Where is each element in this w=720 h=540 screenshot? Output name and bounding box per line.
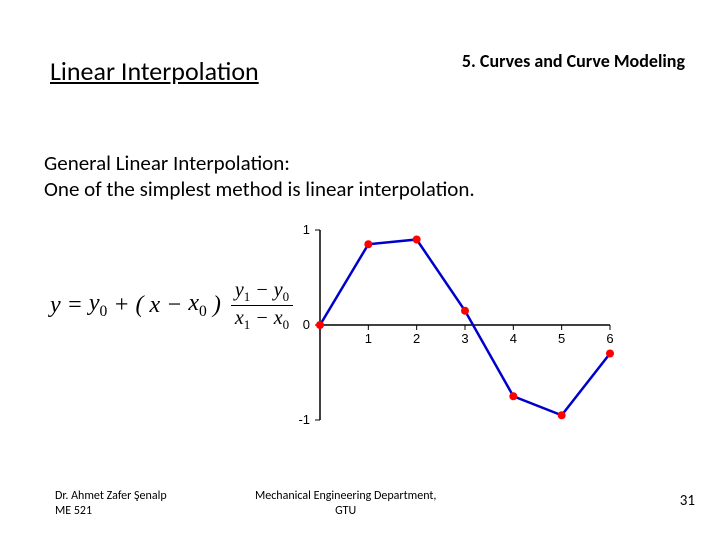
department-block: Mechanical Engineering Department, GTU [255,489,436,520]
author-block: Dr. Ahmet Zafer Şenalp ME 521 [55,489,167,520]
chart: 1 2 3 4 5 6 -1 0 1 [280,215,620,445]
svg-text:1: 1 [303,222,310,237]
svg-text:2: 2 [413,331,420,346]
body-text: General Linear Interpolation: One of the… [44,150,475,203]
svg-text:6: 6 [606,331,613,346]
svg-text:0: 0 [303,317,310,332]
svg-text:-1: -1 [298,412,310,427]
chapter-label: 5. Curves and Curve Modeling [462,50,685,72]
formula: y = y0 + (x − x0) y1 − y0 x1 − x0 [50,280,293,331]
svg-text:5: 5 [558,331,565,346]
svg-text:3: 3 [461,331,468,346]
slide-title: Linear Interpolation [50,55,259,87]
page-number: 31 [680,492,695,510]
svg-text:4: 4 [510,331,517,346]
body-line2: One of the simplest method is linear int… [44,176,475,202]
svg-text:1: 1 [365,331,372,346]
body-line1: General Linear Interpolation: [44,150,475,176]
